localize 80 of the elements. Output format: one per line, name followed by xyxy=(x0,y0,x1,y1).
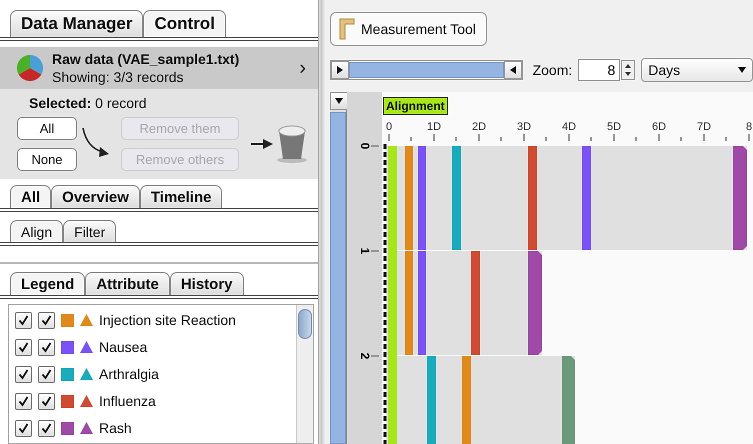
record-label: 1 xyxy=(358,248,372,254)
axis-tick-label: 5D xyxy=(606,121,622,133)
event-marker[interactable] xyxy=(405,251,413,355)
event-end-marker[interactable] xyxy=(733,146,747,250)
vertical-scrollbar[interactable] xyxy=(330,92,347,444)
measurement-tool-button[interactable]: Measurement Tool xyxy=(330,12,487,46)
event-marker[interactable] xyxy=(427,356,436,444)
dropdown-arrow-icon xyxy=(738,67,746,73)
ruler-corner-icon xyxy=(339,18,355,40)
event-marker[interactable] xyxy=(528,146,537,250)
triangle-icon xyxy=(80,422,93,434)
event-marker[interactable] xyxy=(462,356,471,444)
zoom-field[interactable]: 8 xyxy=(578,59,620,81)
record-count: Showing: 3/3 records xyxy=(52,69,185,85)
dataset-header[interactable]: Raw data (VAE_sample1.txt) Showing: 3/3 records › xyxy=(0,47,318,89)
checkbox[interactable] xyxy=(15,312,32,328)
alignment-label: Alignment xyxy=(383,97,448,115)
legend-label: Nausea xyxy=(99,339,148,355)
axis-tick-label: 8 xyxy=(746,121,752,133)
splitter-bar[interactable] xyxy=(318,0,325,444)
checkbox[interactable] xyxy=(38,338,55,356)
event-end-marker[interactable] xyxy=(528,251,542,355)
record-label: 2 xyxy=(358,352,372,360)
checkbox[interactable] xyxy=(38,392,55,410)
legend-label: Arthralgia xyxy=(99,366,159,382)
tab[interactable]: Overview xyxy=(51,185,140,208)
tab[interactable]: Legend xyxy=(10,272,86,295)
left-arrow-icon[interactable] xyxy=(510,66,516,74)
legend-label: Rash xyxy=(99,420,132,436)
event-marker[interactable] xyxy=(582,146,591,250)
select-button[interactable]: None xyxy=(17,148,77,171)
arrow-icon xyxy=(251,138,273,150)
selection-status: Selected: 0 record xyxy=(29,95,148,111)
axis-tick-label: 7D xyxy=(696,121,712,133)
right-arrow-icon[interactable] xyxy=(337,66,343,74)
tab[interactable]: Filter xyxy=(63,220,116,242)
unit-dropdown[interactable]: Days xyxy=(641,58,753,82)
event-marker[interactable] xyxy=(405,146,413,250)
checkbox[interactable] xyxy=(15,366,32,382)
axis-tick-label: 4D xyxy=(562,121,576,133)
event-end-marker[interactable] xyxy=(562,356,575,444)
scrollbar[interactable] xyxy=(296,305,313,443)
axis-tick-label: 2D xyxy=(472,121,486,133)
checkbox[interactable] xyxy=(38,312,55,328)
axis-tick-label: 3D xyxy=(516,121,532,133)
checkbox[interactable] xyxy=(15,338,32,356)
pie-chart-icon xyxy=(16,54,44,82)
tab[interactable]: Align xyxy=(10,220,64,242)
triangle-icon xyxy=(80,341,93,353)
triangle-icon xyxy=(80,368,93,380)
record-label: 0 xyxy=(358,142,372,150)
tab[interactable]: History xyxy=(170,272,244,295)
legend-label: Injection site Reaction xyxy=(99,312,236,328)
tab[interactable]: Control xyxy=(143,10,226,37)
tab[interactable]: Attribute xyxy=(85,272,170,295)
checkbox[interactable] xyxy=(38,420,55,436)
axis-tick-label: 6D xyxy=(652,121,666,133)
triangle-icon xyxy=(80,314,93,326)
down-arrow-icon[interactable] xyxy=(335,98,343,104)
chevron-icon[interactable]: › xyxy=(299,56,306,80)
tab[interactable]: Data Manager xyxy=(10,10,144,37)
axis-tick-label: 1D xyxy=(426,121,442,133)
triangle-icon xyxy=(80,395,93,407)
event-marker[interactable] xyxy=(452,146,461,250)
dataset-title: Raw data (VAE_sample1.txt) xyxy=(52,51,240,67)
checkbox[interactable] xyxy=(15,392,32,410)
axis-tick-label: 0 xyxy=(386,121,392,133)
zoom-label: Zoom: xyxy=(532,62,572,78)
checkbox[interactable] xyxy=(38,366,55,382)
event-marker[interactable] xyxy=(471,251,480,355)
tab[interactable]: All xyxy=(10,185,52,208)
spinner-arrows-icon[interactable] xyxy=(621,60,636,80)
event-marker[interactable] xyxy=(418,146,426,250)
select-button[interactable]: All xyxy=(17,117,77,140)
horizontal-scrollbar[interactable] xyxy=(330,60,523,80)
tab[interactable]: Timeline xyxy=(140,185,222,208)
trash-can-icon xyxy=(275,124,309,164)
event-marker[interactable] xyxy=(418,251,426,355)
checkbox[interactable] xyxy=(15,420,32,436)
legend-label: Influenza xyxy=(99,393,156,409)
